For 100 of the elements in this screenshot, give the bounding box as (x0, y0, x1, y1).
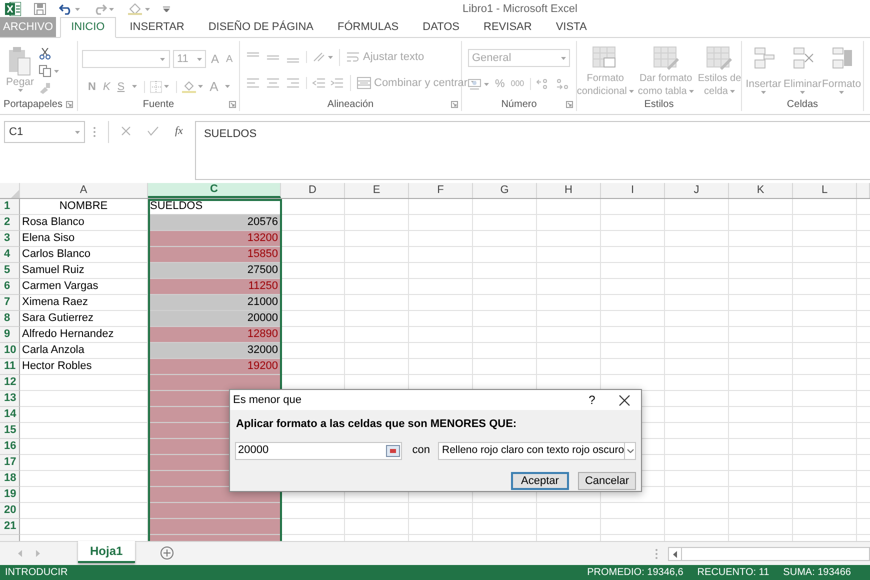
status-stat: RECUENTO: 11 (697, 566, 770, 580)
caret-icon (75, 8, 80, 10)
fill-color-icon[interactable] (182, 80, 196, 93)
borders-icon[interactable] (150, 80, 162, 93)
group-label: Estilos (644, 98, 674, 112)
decrease-indent-icon[interactable] (312, 76, 326, 89)
row-header[interactable]: 5 (0, 263, 20, 279)
cell-styles-icon[interactable] (706, 46, 732, 70)
wrap-text-icon[interactable] (346, 51, 360, 64)
dialog-button[interactable]: Aceptar (511, 472, 569, 490)
column-header[interactable]: K (729, 183, 793, 198)
row-header[interactable]: 18 (0, 471, 20, 487)
orientation-icon[interactable] (312, 51, 326, 64)
formula-input[interactable]: SUELDOS (194, 121, 870, 180)
customize-icon[interactable] (163, 6, 170, 12)
table-cell: Hector Robles (20, 359, 148, 375)
row-header[interactable]: 2 (0, 215, 20, 231)
currency-icon[interactable] (468, 78, 482, 90)
previous-sheet-icon[interactable] (18, 550, 22, 557)
save-icon[interactable] (34, 3, 46, 15)
delete-cells-icon[interactable] (790, 46, 814, 70)
row-header[interactable]: 16 (0, 439, 20, 455)
row-header[interactable]: 17 (0, 455, 20, 471)
enter-check-icon[interactable] (147, 126, 159, 136)
row-header[interactable]: 15 (0, 423, 20, 439)
paint-bucket-icon[interactable] (127, 3, 143, 15)
next-sheet-icon[interactable] (36, 550, 40, 557)
increase-indent-icon[interactable] (330, 76, 344, 89)
ribbon-tab[interactable]: INSERTAR (118, 17, 196, 37)
more-options-icon[interactable] (655, 548, 658, 560)
scissors-icon[interactable] (39, 48, 51, 60)
undo-icon[interactable] (59, 3, 73, 15)
conditional-format-icon[interactable] (592, 46, 618, 70)
more-options-icon[interactable] (93, 126, 96, 138)
row-header[interactable]: 7 (0, 295, 20, 311)
row-header[interactable]: 9 (0, 327, 20, 343)
copy-icon[interactable] (39, 65, 51, 77)
align-right-icon[interactable] (286, 76, 300, 89)
sheet-tab[interactable]: Hoja1 (78, 541, 135, 563)
align-left-icon[interactable] (246, 76, 260, 89)
column-header[interactable]: E (345, 183, 409, 198)
column-header[interactable]: I (601, 183, 665, 198)
ribbon-tab[interactable]: REVISAR (472, 17, 544, 37)
insert-cells-icon[interactable] (752, 46, 776, 70)
decrease-decimals-icon[interactable] (555, 78, 570, 90)
range-picker-icon[interactable] (386, 444, 400, 456)
name-box[interactable]: C1 (4, 121, 85, 143)
row-header[interactable]: 11 (0, 359, 20, 375)
column-header[interactable]: G (473, 183, 537, 198)
dialog-launcher-icon[interactable] (66, 101, 74, 108)
format-painter-icon[interactable] (39, 82, 51, 94)
column-header[interactable]: D (281, 183, 345, 198)
row-header[interactable]: 21 (0, 519, 20, 535)
ribbon-tab[interactable]: INICIO (60, 17, 116, 38)
row-header[interactable]: 1 (0, 199, 20, 215)
row-header[interactable]: 8 (0, 311, 20, 327)
table-cell: Elena Siso (20, 231, 148, 247)
ribbon-tab[interactable]: VISTA (544, 17, 599, 37)
font-name-dropdown[interactable] (82, 50, 170, 68)
column-header[interactable]: H (537, 183, 601, 198)
excel-logo-icon[interactable] (5, 2, 21, 16)
format-dropdown[interactable]: Relleno rojo claro con texto rojo oscuro (438, 442, 636, 460)
dialog-launcher-icon[interactable] (451, 101, 458, 108)
row-header[interactable]: 10 (0, 343, 20, 359)
row-header[interactable]: 6 (0, 279, 20, 295)
dialog-launcher-icon[interactable] (566, 101, 573, 108)
dialog-button[interactable]: Cancelar (578, 472, 636, 490)
column-header[interactable]: L (793, 183, 857, 198)
cancel-icon[interactable] (121, 126, 131, 136)
row-header[interactable]: 19 (0, 487, 20, 503)
dialog-launcher-icon[interactable] (229, 101, 236, 108)
window-title: Libro1 - Microsoft Excel (462, 2, 578, 17)
row-header[interactable]: 13 (0, 391, 20, 407)
close-icon[interactable] (618, 394, 630, 406)
column-header[interactable]: C (148, 183, 281, 198)
add-sheet-icon[interactable] (160, 546, 174, 560)
clipboard-icon[interactable] (8, 46, 32, 76)
redo-icon[interactable] (93, 3, 107, 15)
table-format-icon[interactable] (652, 46, 679, 70)
column-header[interactable]: J (665, 183, 729, 198)
help-button[interactable]: ? (577, 391, 607, 409)
value-input[interactable]: 20000 (235, 442, 402, 460)
insert-function-button[interactable]: fx (175, 126, 183, 143)
merge-cells-icon[interactable] (357, 76, 371, 89)
ribbon-tab[interactable]: DATOS (410, 17, 472, 37)
chevron-down-icon (626, 448, 634, 452)
ribbon-tab[interactable]: FÓRMULAS (326, 17, 411, 37)
caret-icon (225, 85, 230, 88)
ribbon-tab[interactable]: DISEÑO DE PÁGINA (196, 17, 326, 37)
format-cells-icon[interactable] (830, 46, 854, 70)
status-mode: INTRODUCIR (5, 566, 68, 580)
horizontal-scrollbar[interactable] (668, 547, 870, 561)
row-header[interactable]: 12 (0, 375, 20, 391)
row-header[interactable]: 14 (0, 407, 20, 423)
row-header[interactable]: 3 (0, 231, 20, 247)
scroll-left-icon[interactable] (673, 550, 677, 558)
row-header[interactable]: 20 (0, 503, 20, 519)
align-center-icon[interactable] (266, 76, 280, 89)
row-header[interactable]: 4 (0, 247, 20, 263)
column-header[interactable]: F (409, 183, 473, 198)
